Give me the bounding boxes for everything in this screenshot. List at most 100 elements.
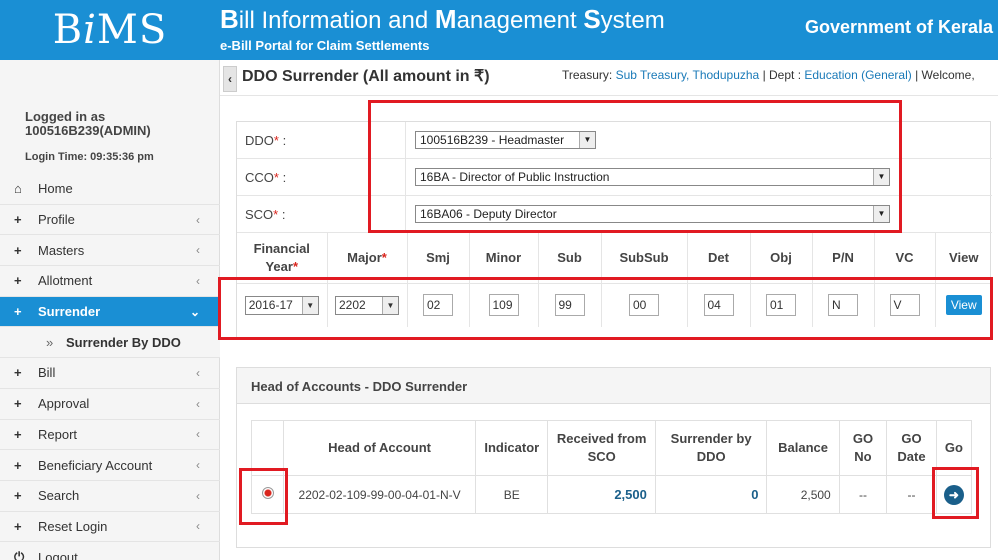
sidebar-item-bill[interactable]: + Bill ‹ xyxy=(0,358,220,389)
user-info: Logged in as 100516B239(ADMIN) Login Tim… xyxy=(25,110,154,164)
plus-icon: + xyxy=(14,426,22,442)
chevron-left-icon: ‹ xyxy=(228,72,232,86)
pn-input[interactable]: N xyxy=(828,294,858,317)
page-header-bar: ‹ DDO Surrender (All amount in ₹) Treasu… xyxy=(220,60,998,96)
chevron-left-icon: ‹ xyxy=(196,458,200,473)
sub-input[interactable]: 99 xyxy=(554,294,585,317)
chevron-left-icon: ‹ xyxy=(196,273,200,288)
app-title: Bill Information and Management System xyxy=(220,4,665,34)
gono-col-header: GO No xyxy=(838,420,888,476)
ddo-select[interactable]: 100516B239 - Headmaster ▼ xyxy=(415,131,596,149)
sco-select[interactable]: 16BA06 - Deputy Director ▼ xyxy=(415,205,890,223)
login-time: Login Time: 09:35:36 pm xyxy=(25,151,154,163)
pn-header: P/N xyxy=(812,233,875,284)
sidebar-item-report[interactable]: + Report ‹ xyxy=(0,420,220,451)
ddo-label: DDO xyxy=(245,133,274,148)
dropdown-arrow-icon: ▼ xyxy=(579,132,595,148)
smj-input[interactable]: 02 xyxy=(423,294,453,317)
indicator-cell: BE xyxy=(475,475,549,514)
fy-select[interactable]: 2016-17 ▼ xyxy=(244,295,319,315)
dropdown-arrow-icon: ▼ xyxy=(382,296,398,314)
cco-label: CCO xyxy=(245,170,274,185)
sco-row: SCO* : 16BA06 - Deputy Director ▼ xyxy=(237,196,992,233)
sidebar-item-logout[interactable]: ⏻ Logout xyxy=(0,542,220,560)
plus-icon: + xyxy=(14,365,22,381)
logged-in-label: Logged in as xyxy=(25,109,106,124)
sidebar-item-search[interactable]: + Search ‹ xyxy=(0,481,220,512)
chevron-left-icon: ‹ xyxy=(196,396,200,411)
hoa-panel: Head of Accounts - DDO Surrender Head of… xyxy=(236,367,991,548)
user-id: 100516B239(ADMIN) xyxy=(25,123,151,138)
plus-icon: + xyxy=(14,518,22,534)
dropdown-arrow-icon: ▼ xyxy=(301,296,318,314)
plus-icon: + xyxy=(14,273,22,289)
gono-cell: -- xyxy=(838,475,888,514)
chevron-left-icon: ‹ xyxy=(196,365,200,380)
treasury-link[interactable]: Sub Treasury, Thodupuzha xyxy=(616,68,760,82)
det-input[interactable]: 04 xyxy=(703,294,734,317)
table-row: 2202-02-109-99-00-04-01-N-V BE 2,500 0 2… xyxy=(250,475,973,514)
received-cell: 2,500 xyxy=(547,475,656,514)
subsub-input[interactable]: 00 xyxy=(629,294,659,317)
plus-icon: + xyxy=(14,457,22,473)
hoa-panel-title: Head of Accounts - DDO Surrender xyxy=(237,368,990,404)
sidebar-item-masters[interactable]: + Masters ‹ xyxy=(0,235,220,267)
app-subtitle: e-Bill Portal for Claim Settlements xyxy=(220,38,430,53)
sidebar-item-beneficiary-account[interactable]: + Beneficiary Account ‹ xyxy=(0,450,220,481)
godate-cell: -- xyxy=(886,475,937,514)
sidebar: Logged in as 100516B239(ADMIN) Login Tim… xyxy=(0,60,220,560)
sidebar-item-allotment[interactable]: + Allotment ‹ xyxy=(0,266,220,297)
godate-col-header: GO Date xyxy=(886,420,937,476)
view-button[interactable]: View xyxy=(945,295,982,316)
major-select[interactable]: 2202 ▼ xyxy=(335,295,399,315)
cco-select[interactable]: 16BA - Director of Public Instruction ▼ xyxy=(415,168,890,186)
balance-cell: 2,500 xyxy=(766,475,840,514)
obj-input[interactable]: 01 xyxy=(766,294,796,317)
go-col-header: Go xyxy=(935,420,973,476)
bims-logo[interactable]: Bi MS xyxy=(0,0,220,60)
chevron-left-icon: ‹ xyxy=(196,427,200,442)
plus-icon: + xyxy=(14,396,22,412)
account-code-table: Financial Year* Major* Smj Minor Sub SubS… xyxy=(237,233,992,327)
view-header: View xyxy=(935,233,992,284)
chevron-left-icon: ‹ xyxy=(196,212,200,227)
minor-input[interactable]: 109 xyxy=(488,294,519,317)
go-arrow-icon[interactable]: ➜ xyxy=(943,484,964,505)
plus-icon: + xyxy=(14,212,22,228)
major-header: Major* xyxy=(327,233,408,284)
sidebar-item-surrender-by-ddo[interactable]: » Surrender By DDO xyxy=(0,327,220,359)
plus-icon: + xyxy=(14,242,22,258)
minor-header: Minor xyxy=(469,233,539,284)
balance-col-header: Balance xyxy=(766,420,840,476)
plus-icon: + xyxy=(14,488,22,504)
chevron-left-icon: ‹ xyxy=(196,519,200,534)
surrender-col-header: Surrender by DDO xyxy=(654,420,768,476)
sidebar-item-reset-login[interactable]: + Reset Login ‹ xyxy=(0,512,220,543)
app-header: Bi MS Bill Information and Management Sys… xyxy=(0,0,998,60)
sidebar-item-surrender[interactable]: + Surrender ⌄ xyxy=(0,296,220,328)
indicator-col-header: Indicator xyxy=(475,420,549,476)
dropdown-arrow-icon: ▼ xyxy=(873,206,889,222)
surrender-cell: 0 xyxy=(654,475,768,514)
hoa-cell: 2202-02-109-99-00-04-01-N-V xyxy=(283,475,477,514)
logout-icon: ⏻ xyxy=(14,549,25,560)
sidebar-item-home[interactable]: ⌂ Home xyxy=(0,174,220,205)
dropdown-arrow-icon: ▼ xyxy=(873,169,889,185)
org-name: Government of Kerala xyxy=(805,17,994,37)
sco-label: SCO xyxy=(245,207,274,222)
hoa-table: Head of Account Indicator Received from S… xyxy=(250,420,973,514)
sidebar-item-profile[interactable]: + Profile ‹ xyxy=(0,205,220,236)
subsub-header: SubSub xyxy=(601,233,688,284)
home-icon: ⌂ xyxy=(14,181,22,197)
chevron-left-icon: ‹ xyxy=(196,243,200,258)
vc-input[interactable]: V xyxy=(889,294,920,317)
collapse-sidebar-button[interactable]: ‹ xyxy=(223,66,237,92)
treasury-info: Treasury: Sub Treasury, Thodupuzha | Dep… xyxy=(562,68,975,82)
double-chevron-right-icon: » xyxy=(46,334,54,350)
received-col-header: Received from SCO xyxy=(547,420,656,476)
chevron-left-icon: ‹ xyxy=(196,488,200,503)
sidebar-item-approval[interactable]: + Approval ‹ xyxy=(0,389,220,420)
dept-link[interactable]: Education (General) xyxy=(804,68,911,82)
row-select-radio[interactable] xyxy=(261,487,274,499)
det-header: Det xyxy=(687,233,751,284)
